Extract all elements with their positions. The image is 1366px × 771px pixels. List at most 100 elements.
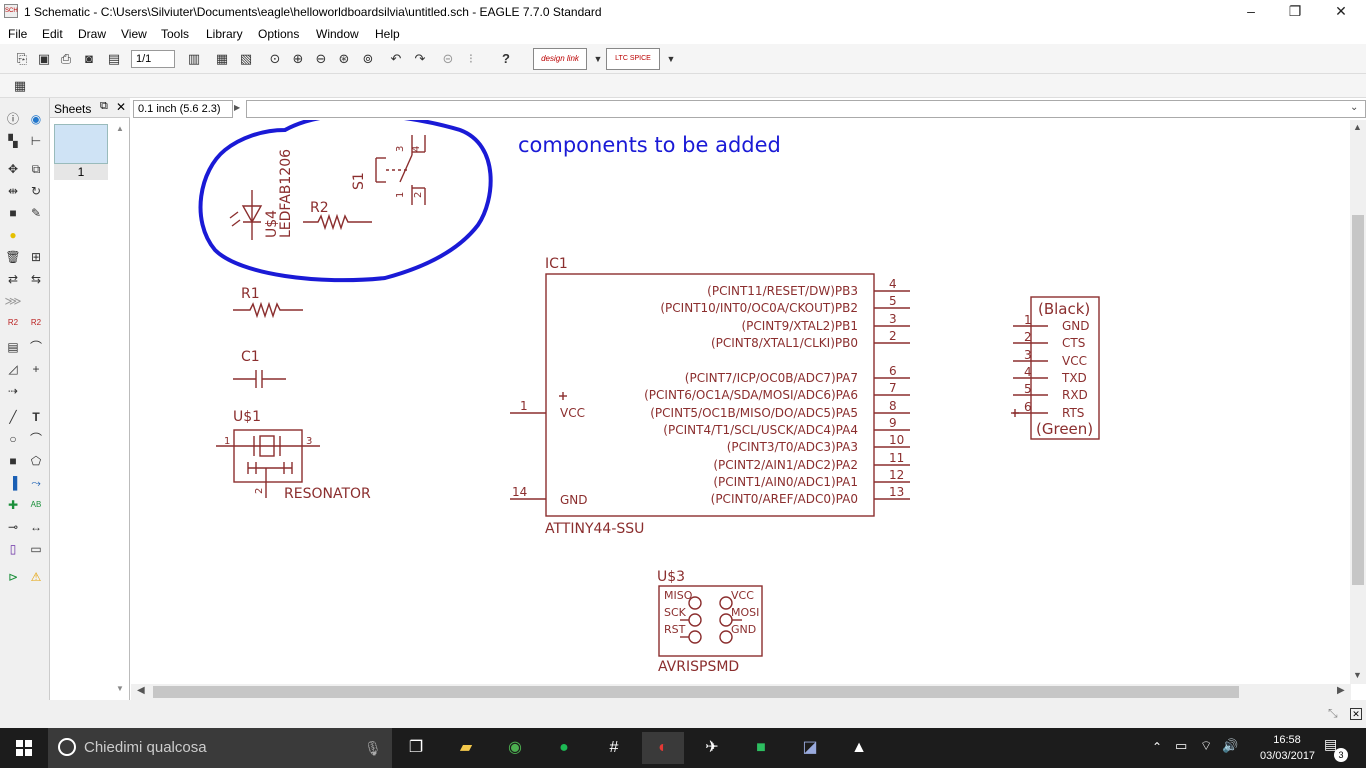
net-icon[interactable]: ⤳: [27, 474, 45, 492]
rect-icon[interactable]: ■: [4, 452, 22, 470]
zoom-fit-icon[interactable]: ⊙: [265, 49, 285, 69]
chrome-icon[interactable]: ◉: [494, 732, 536, 764]
arc-icon[interactable]: ⌒: [27, 430, 45, 448]
delete-icon[interactable]: 🗑: [4, 248, 22, 266]
polygon-icon[interactable]: ⬠: [27, 452, 45, 470]
move-icon[interactable]: ✥: [4, 160, 22, 178]
close-panel-icon[interactable]: ✕: [116, 100, 126, 114]
dimension-icon[interactable]: ↔: [27, 518, 45, 536]
volume-icon[interactable]: 🔊: [1222, 738, 1238, 754]
cam-icon[interactable]: ◙: [79, 49, 99, 69]
change-icon[interactable]: ✎: [27, 204, 45, 222]
menu-options[interactable]: Options: [258, 27, 299, 41]
scroll-up-icon[interactable]: ▲: [116, 124, 124, 133]
schematic-drawing[interactable]: components to be added U$4 LEDFAB1206 R2: [131, 120, 1351, 684]
save-icon[interactable]: ▣: [34, 49, 54, 69]
resistor-r2-symbol[interactable]: [303, 213, 372, 231]
led-symbol[interactable]: [229, 190, 263, 240]
microphone-icon[interactable]: 🎙: [364, 728, 382, 768]
text-icon[interactable]: T: [27, 408, 45, 426]
close-button[interactable]: ✕: [1318, 0, 1364, 24]
smash-icon[interactable]: ▤: [4, 338, 22, 356]
undock-icon[interactable]: ⧉: [100, 100, 108, 113]
spotify-icon[interactable]: ●: [543, 732, 585, 764]
group-icon[interactable]: ■: [4, 204, 22, 222]
grid-icon[interactable]: ▦: [10, 76, 30, 96]
split-icon[interactable]: ◿: [4, 360, 22, 378]
module-icon[interactable]: ▭: [27, 540, 45, 558]
info-icon[interactable]: ⓘ: [4, 110, 22, 128]
circle-icon[interactable]: ○: [4, 430, 22, 448]
scroll-down-arrow-icon[interactable]: ▼: [1353, 670, 1362, 680]
scroll-down-icon[interactable]: ▼: [116, 684, 124, 693]
mirror-icon[interactable]: ⇹: [4, 182, 22, 200]
menu-window[interactable]: Window: [316, 27, 359, 41]
resize-grip-icon[interactable]: ⤡: [1328, 706, 1338, 721]
attribute-icon[interactable]: ⊸: [4, 518, 22, 536]
bus-icon[interactable]: ▐: [4, 474, 22, 492]
board-icon[interactable]: ▤: [104, 49, 124, 69]
maximize-button[interactable]: ❐: [1272, 0, 1318, 24]
schematic-canvas[interactable]: components to be added U$4 LEDFAB1206 R2: [131, 120, 1351, 684]
designlink-button[interactable]: design link: [533, 48, 587, 70]
label-icon[interactable]: AB: [27, 496, 45, 514]
coord-dropdown-icon[interactable]: ▶: [234, 103, 240, 112]
redo-icon[interactable]: ↷: [410, 49, 430, 69]
menu-view[interactable]: View: [121, 27, 147, 41]
start-button[interactable]: [0, 728, 48, 768]
add-icon[interactable]: ⊞: [27, 248, 45, 266]
app-icon-6[interactable]: ✈: [691, 732, 733, 764]
invoke-icon[interactable]: +: [27, 360, 45, 378]
scroll-left-arrow-icon[interactable]: ◀: [137, 685, 145, 696]
redraw-icon[interactable]: ⊛: [334, 49, 354, 69]
erc-icon[interactable]: ⊳: [4, 568, 22, 586]
miter-icon[interactable]: ⌒: [27, 338, 45, 356]
sheet-number[interactable]: 1: [54, 164, 108, 180]
menu-draw[interactable]: Draw: [78, 27, 106, 41]
stop-command-icon[interactable]: ✕: [1350, 708, 1362, 720]
print-icon[interactable]: ⎙: [56, 49, 76, 69]
zoom-out-icon[interactable]: ⊖: [311, 49, 331, 69]
menu-file[interactable]: File: [8, 27, 27, 41]
vertical-scroll-thumb[interactable]: [1352, 215, 1364, 585]
task-view-icon[interactable]: ❐: [395, 732, 437, 764]
minimize-button[interactable]: –: [1228, 0, 1274, 24]
optimize-icon[interactable]: ⇢: [4, 382, 22, 400]
display-icon[interactable]: ▚: [4, 132, 22, 150]
menu-help[interactable]: Help: [375, 27, 400, 41]
command-history-icon[interactable]: ⌄: [1350, 102, 1358, 113]
scroll-up-arrow-icon[interactable]: ▲: [1353, 122, 1362, 132]
resistor-r1-symbol[interactable]: [233, 301, 303, 319]
cortana-search-box[interactable]: Chiedimi qualcosa 🎙: [48, 728, 392, 768]
horizontal-scrollbar[interactable]: ◀ ▶: [131, 684, 1351, 700]
zoom-in-icon[interactable]: ⊕: [288, 49, 308, 69]
scroll-right-arrow-icon[interactable]: ▶: [1337, 685, 1345, 696]
value-icon[interactable]: R2: [27, 314, 45, 332]
mark-icon[interactable]: ⊢: [27, 132, 45, 150]
wire-icon[interactable]: ╱: [4, 408, 22, 426]
sheet-select[interactable]: 1/1: [131, 50, 175, 68]
tray-overflow-icon[interactable]: ⌃: [1152, 740, 1162, 754]
open-icon[interactable]: ⎘: [12, 49, 32, 69]
frame-icon[interactable]: ▯: [4, 540, 22, 558]
evernote-icon[interactable]: ■: [740, 732, 782, 764]
slack-icon[interactable]: #: [593, 732, 635, 764]
errors-icon[interactable]: ⚠: [27, 568, 45, 586]
battery-icon[interactable]: ▭: [1175, 738, 1187, 754]
eagle-taskbar-icon[interactable]: ◐: [642, 732, 684, 764]
go-icon[interactable]: ⁝: [461, 49, 481, 69]
ltspice-button[interactable]: LTC SPICE: [606, 48, 660, 70]
script-icon[interactable]: ▦: [212, 49, 232, 69]
clock[interactable]: 16:58 03/03/2017: [1260, 732, 1315, 764]
wifi-icon[interactable]: ⌔: [1200, 738, 1212, 754]
junction-icon[interactable]: ✚: [4, 496, 22, 514]
command-input[interactable]: [246, 100, 1366, 118]
help-icon[interactable]: ?: [496, 49, 516, 69]
gateswap-icon[interactable]: ⋙: [4, 292, 22, 310]
name-icon[interactable]: R2: [4, 314, 22, 332]
app-icon-8[interactable]: ◪: [789, 732, 831, 764]
pinswap-icon[interactable]: ⇄: [4, 270, 22, 288]
zoom-select-icon[interactable]: ⊚: [358, 49, 378, 69]
replace-icon[interactable]: ⇆: [27, 270, 45, 288]
photos-icon[interactable]: ▲: [838, 732, 880, 764]
